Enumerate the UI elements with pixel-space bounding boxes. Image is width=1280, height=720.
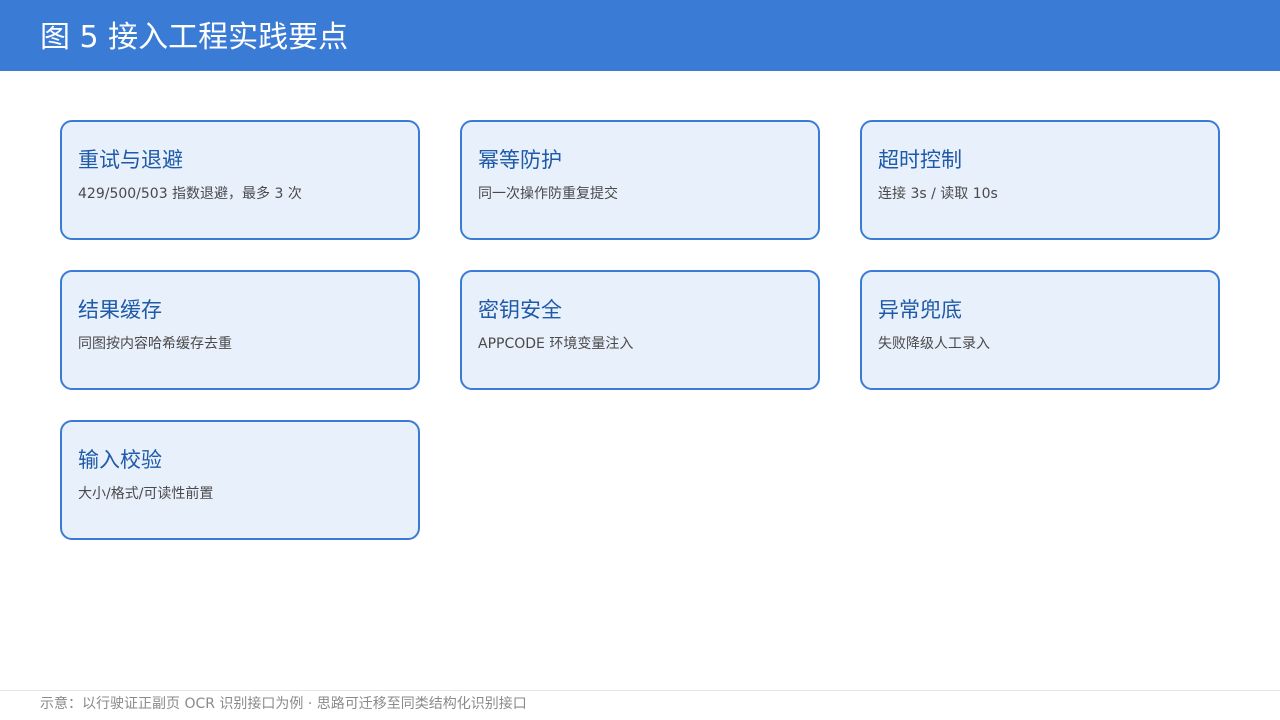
card-exception-fallback: 异常兜底 失败降级人工录入 [860,270,1220,390]
card-description: 失败降级人工录入 [878,336,990,352]
card-title: 幂等防护 [478,148,562,172]
card-description: 同一次操作防重复提交 [478,186,618,202]
footer-note: 示意：以行驶证正副页 OCR 识别接口为例 · 思路可迁移至同类结构化识别接口 [40,696,527,712]
card-input-validation: 输入校验 大小/格式/可读性前置 [60,420,420,540]
card-title: 输入校验 [78,448,162,472]
card-description: 同图按内容哈希缓存去重 [78,336,232,352]
footer-divider [0,690,1280,691]
card-result-cache: 结果缓存 同图按内容哈希缓存去重 [60,270,420,390]
card-title: 超时控制 [878,148,962,172]
card-title: 异常兜底 [878,298,962,322]
card-retry-backoff: 重试与退避 429/500/503 指数退避，最多 3 次 [60,120,420,240]
card-description: 大小/格式/可读性前置 [78,486,214,502]
header-bar: 图 5 接入工程实践要点 [0,0,1280,71]
card-title: 密钥安全 [478,298,562,322]
page-title: 图 5 接入工程实践要点 [40,20,349,55]
card-description: APPCODE 环境变量注入 [478,336,634,352]
card-title: 重试与退避 [78,148,183,172]
card-key-security: 密钥安全 APPCODE 环境变量注入 [460,270,820,390]
card-title: 结果缓存 [78,298,162,322]
card-description: 429/500/503 指数退避，最多 3 次 [78,186,302,202]
card-timeout-control: 超时控制 连接 3s / 读取 10s [860,120,1220,240]
card-description: 连接 3s / 读取 10s [878,186,998,202]
card-idempotency: 幂等防护 同一次操作防重复提交 [460,120,820,240]
